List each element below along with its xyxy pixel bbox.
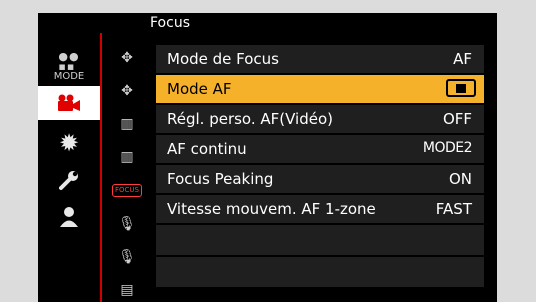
menu-row-label: AF continu <box>167 140 247 158</box>
subtab-audio-1[interactable]: 🎙︎ <box>104 209 150 239</box>
subtab-focus[interactable]: FOCUS <box>104 175 150 205</box>
menu-row-custom-af-video[interactable]: Régl. perso. AF(Vidéo) OFF <box>156 105 484 133</box>
sidebar: ●● ▪▪ MODE ✹ <box>38 46 100 302</box>
menu-row-empty <box>156 225 484 255</box>
af-area-icon <box>446 79 476 97</box>
menu-row-focus-mode[interactable]: Mode de Focus AF <box>156 45 484 73</box>
sidebar-item-custom[interactable] <box>38 163 100 197</box>
subtab-film-1[interactable]: ▥ <box>104 109 150 139</box>
menu-row-value: MODE2 <box>422 140 473 156</box>
menu-row-continuous-af[interactable]: AF continu MODE2 <box>156 135 484 163</box>
person-icon <box>60 207 78 227</box>
video-camera-icon <box>58 94 80 111</box>
menu-row-label: Vitesse mouvem. AF 1-zone <box>167 200 376 218</box>
sidebar-item-my-menu[interactable] <box>38 200 100 234</box>
menu-row-value: AF <box>453 50 472 68</box>
menu-row-af-mode[interactable]: Mode AF <box>156 75 484 103</box>
microphone-icon: 🎙︎ <box>118 249 136 265</box>
menu-row-value: ON <box>448 170 472 188</box>
menu-row-label: Régl. perso. AF(Vidéo) <box>167 110 334 128</box>
sidebar-divider <box>100 33 102 302</box>
menu-row-value: FAST <box>435 200 472 218</box>
menu-row-label: Mode AF <box>167 80 232 98</box>
focus-icon: FOCUS <box>112 183 142 197</box>
sidebar-item-video[interactable] <box>38 86 100 120</box>
af-point-icon: ✥ <box>121 50 133 66</box>
menu-row-label: Focus Peaking <box>167 170 274 188</box>
film-icon: ▥ <box>120 149 134 165</box>
camera-menu-screen: Focus ●● ▪▪ MODE ✹ ✥ ✥ ▥ ▥ FOCUS 🎙︎ 🎙︎ ▤… <box>38 13 497 302</box>
wrench-icon <box>59 171 78 190</box>
page-title: Focus <box>150 15 190 31</box>
film-icon: ▥ <box>120 116 134 132</box>
menu-row-focus-peaking[interactable]: Focus Peaking ON <box>156 165 484 193</box>
subtab-film-dots[interactable]: ▤ <box>104 275 150 302</box>
subtab-audio-2[interactable]: 🎙︎ <box>104 242 150 272</box>
gear-icon: ✹ <box>58 129 80 157</box>
film-dots-icon: ▤ <box>120 282 134 298</box>
sidebar-item-setup[interactable]: ✹ <box>38 126 100 160</box>
subtab-af-1[interactable]: ✥ <box>104 43 150 73</box>
af-point-icon: ✥ <box>121 83 133 99</box>
sidebar-mode-label: MODE <box>53 71 85 82</box>
subtab-film-2[interactable]: ▥ <box>104 142 150 172</box>
microphone-icon: 🎙︎ <box>118 216 136 232</box>
menu-list: Mode de Focus AF Mode AF Régl. perso. AF… <box>156 45 484 289</box>
sidebar-item-mode[interactable]: ●● ▪▪ MODE <box>38 50 100 84</box>
menu-row-value: OFF <box>442 110 472 128</box>
menu-row-label: Mode de Focus <box>167 50 279 68</box>
mode-dial-icon: ●● ▪▪ MODE <box>53 50 85 82</box>
subtab-af-2[interactable]: ✥ <box>104 76 150 106</box>
sub-tab-column: ✥ ✥ ▥ ▥ FOCUS 🎙︎ 🎙︎ ▤ <box>104 33 150 302</box>
menu-row-empty <box>156 257 484 287</box>
menu-row-af-speed[interactable]: Vitesse mouvem. AF 1-zone FAST <box>156 195 484 223</box>
